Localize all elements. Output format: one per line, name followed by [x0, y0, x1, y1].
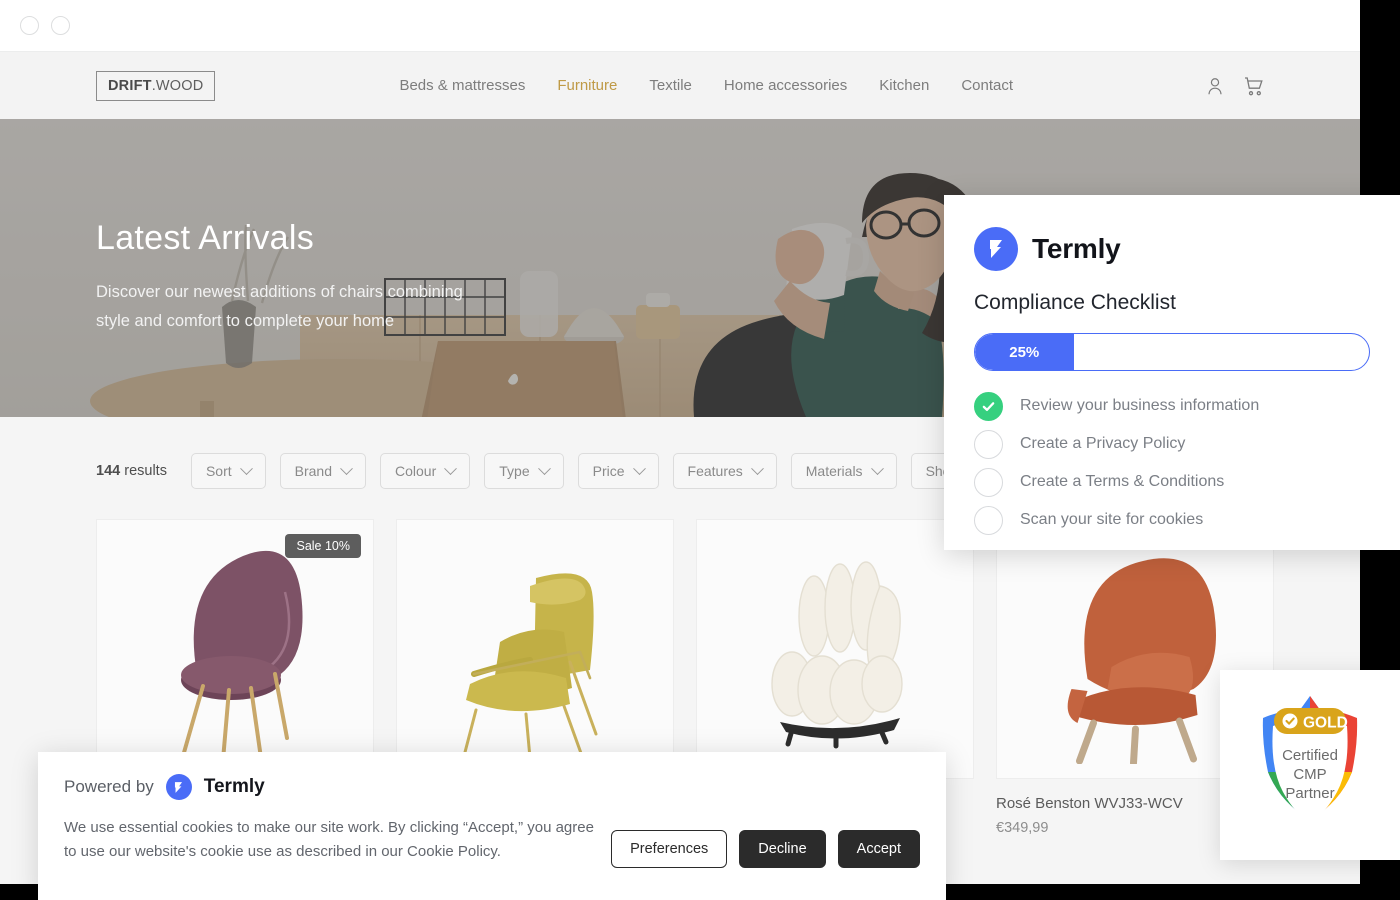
progress-bar: 25% — [974, 333, 1370, 371]
filter-brand-label: Brand — [294, 463, 332, 479]
filter-features-label: Features — [687, 463, 743, 479]
header-icons — [1204, 74, 1266, 98]
chair-illustration-shell — [97, 520, 373, 778]
window-dot-2[interactable] — [51, 16, 70, 35]
nav-item-kitchen[interactable]: Kitchen — [879, 77, 929, 94]
progress-fill: 25% — [975, 334, 1074, 370]
termly-brand-name: Termly — [1032, 233, 1121, 264]
powered-by-row: Powered by Termly — [64, 774, 920, 800]
site-logo[interactable]: DRIFT.WOOD — [96, 70, 216, 101]
cookie-consent-banner: Powered by Termly We use essential cooki… — [38, 752, 946, 900]
hero-title: Latest Arrivals — [96, 219, 315, 257]
nav-item-beds[interactable]: Beds & mattresses — [399, 77, 525, 94]
product-thumb — [696, 519, 974, 779]
cookie-buttons: Preferences Decline Accept — [611, 830, 920, 868]
chevron-down-icon — [537, 461, 551, 475]
check-icon — [974, 391, 1003, 421]
chevron-down-icon — [340, 461, 353, 475]
cookie-message: We use essential cookies to make our sit… — [64, 819, 594, 861]
main-nav: Beds & mattresses Furniture Textile Home… — [399, 77, 1013, 94]
filter-sort-label: Sort — [205, 463, 232, 479]
results-count: 144 results — [96, 463, 167, 479]
powered-by-label: Powered by — [64, 777, 154, 796]
nav-item-contact[interactable]: Contact — [961, 77, 1013, 94]
checklist-item-label: Create a Terms & Conditions — [1020, 473, 1225, 490]
filter-price-label: Price — [592, 463, 625, 479]
filter-colour-label: Colour — [395, 463, 437, 479]
compliance-checklist-panel: Termly Compliance Checklist 25% Review y… — [944, 195, 1400, 550]
chevron-down-icon — [870, 461, 884, 475]
sale-badge: Sale 10% — [285, 534, 361, 558]
termly-logo-icon — [165, 774, 192, 800]
badge-line2: CMP — [1293, 766, 1326, 783]
termly-brand-name: Termly — [203, 776, 265, 797]
circle-empty-icon — [974, 505, 1003, 535]
chair-illustration-lounge — [397, 520, 673, 778]
nav-item-home-accessories[interactable]: Home accessories — [724, 77, 847, 94]
logo-rest: .WOOD — [151, 77, 204, 94]
circle-empty-icon — [974, 467, 1003, 497]
chevron-down-icon — [444, 461, 458, 475]
checklist-item-label: Scan your site for cookies — [1020, 511, 1204, 528]
gold-ribbon-text: GOLD — [1303, 715, 1348, 732]
filter-colour[interactable]: Colour — [380, 453, 471, 489]
checklist-item-label: Create a Privacy Policy — [1020, 435, 1186, 452]
chair-illustration-bubble — [697, 520, 973, 778]
cart-icon[interactable] — [1242, 74, 1266, 98]
chevron-down-icon — [239, 461, 253, 475]
chevron-down-icon — [750, 461, 764, 475]
cookie-body: We use essential cookies to make our sit… — [64, 816, 920, 868]
checklist-items: Review your business information Create … — [974, 387, 1370, 539]
checklist-item-business-info[interactable]: Review your business information — [974, 387, 1370, 425]
filter-brand[interactable]: Brand — [279, 453, 366, 489]
preferences-button[interactable]: Preferences — [611, 830, 728, 868]
badge-line1: Certified — [1282, 747, 1338, 764]
product-thumb — [396, 519, 674, 779]
termly-brand: Termly — [974, 227, 1370, 271]
checklist-title: Compliance Checklist — [974, 291, 1176, 314]
certified-cmp-partner-badge: GOLD Certified CMP Partner — [1220, 670, 1400, 860]
browser-chrome-bar — [0, 0, 1360, 52]
product-thumb: Sale 10% — [96, 519, 374, 779]
filter-price[interactable]: Price — [577, 453, 659, 489]
filter-materials[interactable]: Materials — [790, 453, 897, 489]
accept-button[interactable]: Accept — [837, 830, 920, 868]
decline-button[interactable]: Decline — [739, 830, 826, 868]
hero-subtitle-line2: style and comfort to complete your home — [96, 311, 395, 330]
chevron-down-icon — [632, 461, 646, 475]
filter-type-label: Type — [499, 463, 530, 479]
hero-subtitle-line1: Discover our newest additions of chairs … — [96, 283, 463, 301]
window-dot-1[interactable] — [20, 16, 39, 35]
nav-item-textile[interactable]: Textile — [649, 77, 692, 94]
user-icon[interactable] — [1204, 75, 1226, 97]
screenshot-root: DRIFT.WOOD Beds & mattresses Furniture T… — [0, 0, 1400, 900]
logo-bold: DRIFT — [108, 77, 152, 94]
checklist-item-scan-cookies[interactable]: Scan your site for cookies — [974, 501, 1370, 539]
circle-empty-icon — [974, 429, 1003, 459]
checklist-item-terms-conditions[interactable]: Create a Terms & Conditions — [974, 463, 1370, 501]
hero-text: Latest Arrivals Discover our newest addi… — [96, 219, 463, 336]
checklist-item-label: Review your business information — [1020, 397, 1260, 414]
site-header: DRIFT.WOOD Beds & mattresses Furniture T… — [0, 52, 1360, 119]
nav-item-furniture[interactable]: Furniture — [557, 77, 617, 94]
filter-type[interactable]: Type — [484, 453, 564, 489]
checklist-item-privacy-policy[interactable]: Create a Privacy Policy — [974, 425, 1370, 463]
results-number: 144 — [96, 463, 121, 479]
termly-logo-icon — [974, 227, 1018, 271]
shield-icon: GOLD Certified CMP Partner — [1262, 696, 1358, 822]
badge-line3: Partner — [1285, 785, 1334, 802]
results-label: results — [124, 463, 167, 479]
filter-features[interactable]: Features — [672, 453, 777, 489]
filter-materials-label: Materials — [805, 463, 863, 479]
filter-sort[interactable]: Sort — [190, 453, 266, 489]
